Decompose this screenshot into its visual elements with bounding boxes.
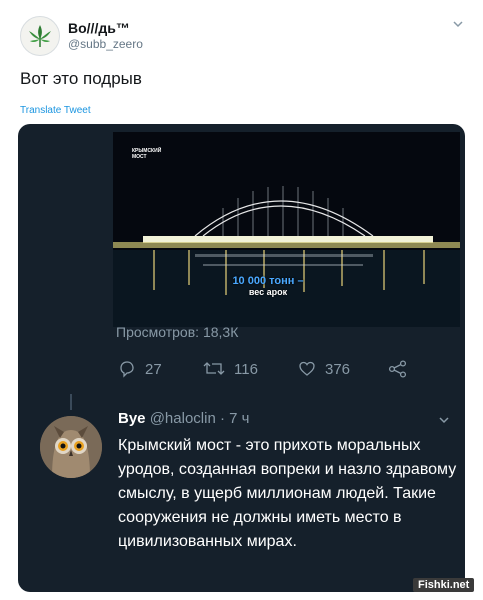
thread-connector (70, 394, 72, 410)
tweet-text: Вот это подрыв (20, 69, 142, 88)
reply-count: 27 (145, 360, 162, 378)
translate-tweet-link[interactable]: Translate Tweet (20, 105, 91, 116)
retweet-action[interactable]: 116 (203, 360, 258, 378)
reply-handle-time[interactable]: @haloclin · 7 ч (150, 410, 250, 427)
author-name[interactable]: Bo///дь™ (68, 20, 130, 36)
reply-action[interactable]: 27 (118, 360, 162, 378)
reply-avatar[interactable] (40, 416, 102, 478)
reply-author-name[interactable]: Bye (118, 410, 146, 427)
share-action[interactable] (388, 360, 417, 378)
bridge-video-frame (113, 132, 460, 327)
heart-icon (299, 361, 315, 376)
retweet-icon (203, 362, 225, 375)
chevron-down-icon[interactable] (452, 18, 464, 30)
retweet-count: 116 (234, 360, 258, 378)
reply-text: Крымский мост - это прихоть моральных ур… (118, 437, 457, 550)
cannabis-leaf-icon (29, 25, 51, 47)
video-channel-logo: КРЫМСКИЙ МОСТ (132, 148, 162, 160)
author-avatar[interactable] (20, 16, 60, 56)
reply-header: Bye @haloclin · 7 ч (118, 410, 249, 427)
video-caption: 10 000 тонн – вес арок (213, 275, 323, 297)
outer-tweet: Bo///дь™ @subb_zeero Вот это подрыв Tran… (0, 0, 483, 600)
video-caption-line2: вес арок (248, 287, 288, 297)
view-count: Просмотров: 18,3К (116, 324, 239, 340)
watermark: Fishki.net (413, 578, 475, 592)
author-handle[interactable]: @subb_zeero (68, 37, 143, 51)
like-action[interactable]: 376 (298, 360, 350, 378)
like-count: 376 (325, 360, 351, 378)
owl-icon (40, 416, 102, 478)
video-player[interactable]: КРЫМСКИЙ МОСТ 10 000 тонн – вес арок (113, 132, 460, 327)
quoted-tweet-card[interactable]: КРЫМСКИЙ МОСТ 10 000 тонн – вес арок Про… (18, 124, 465, 592)
video-caption-line1: 10 000 тонн – (232, 275, 304, 287)
reply-chevron-down-icon[interactable] (438, 414, 450, 426)
reply-icon (120, 361, 134, 378)
share-icon (388, 360, 407, 378)
